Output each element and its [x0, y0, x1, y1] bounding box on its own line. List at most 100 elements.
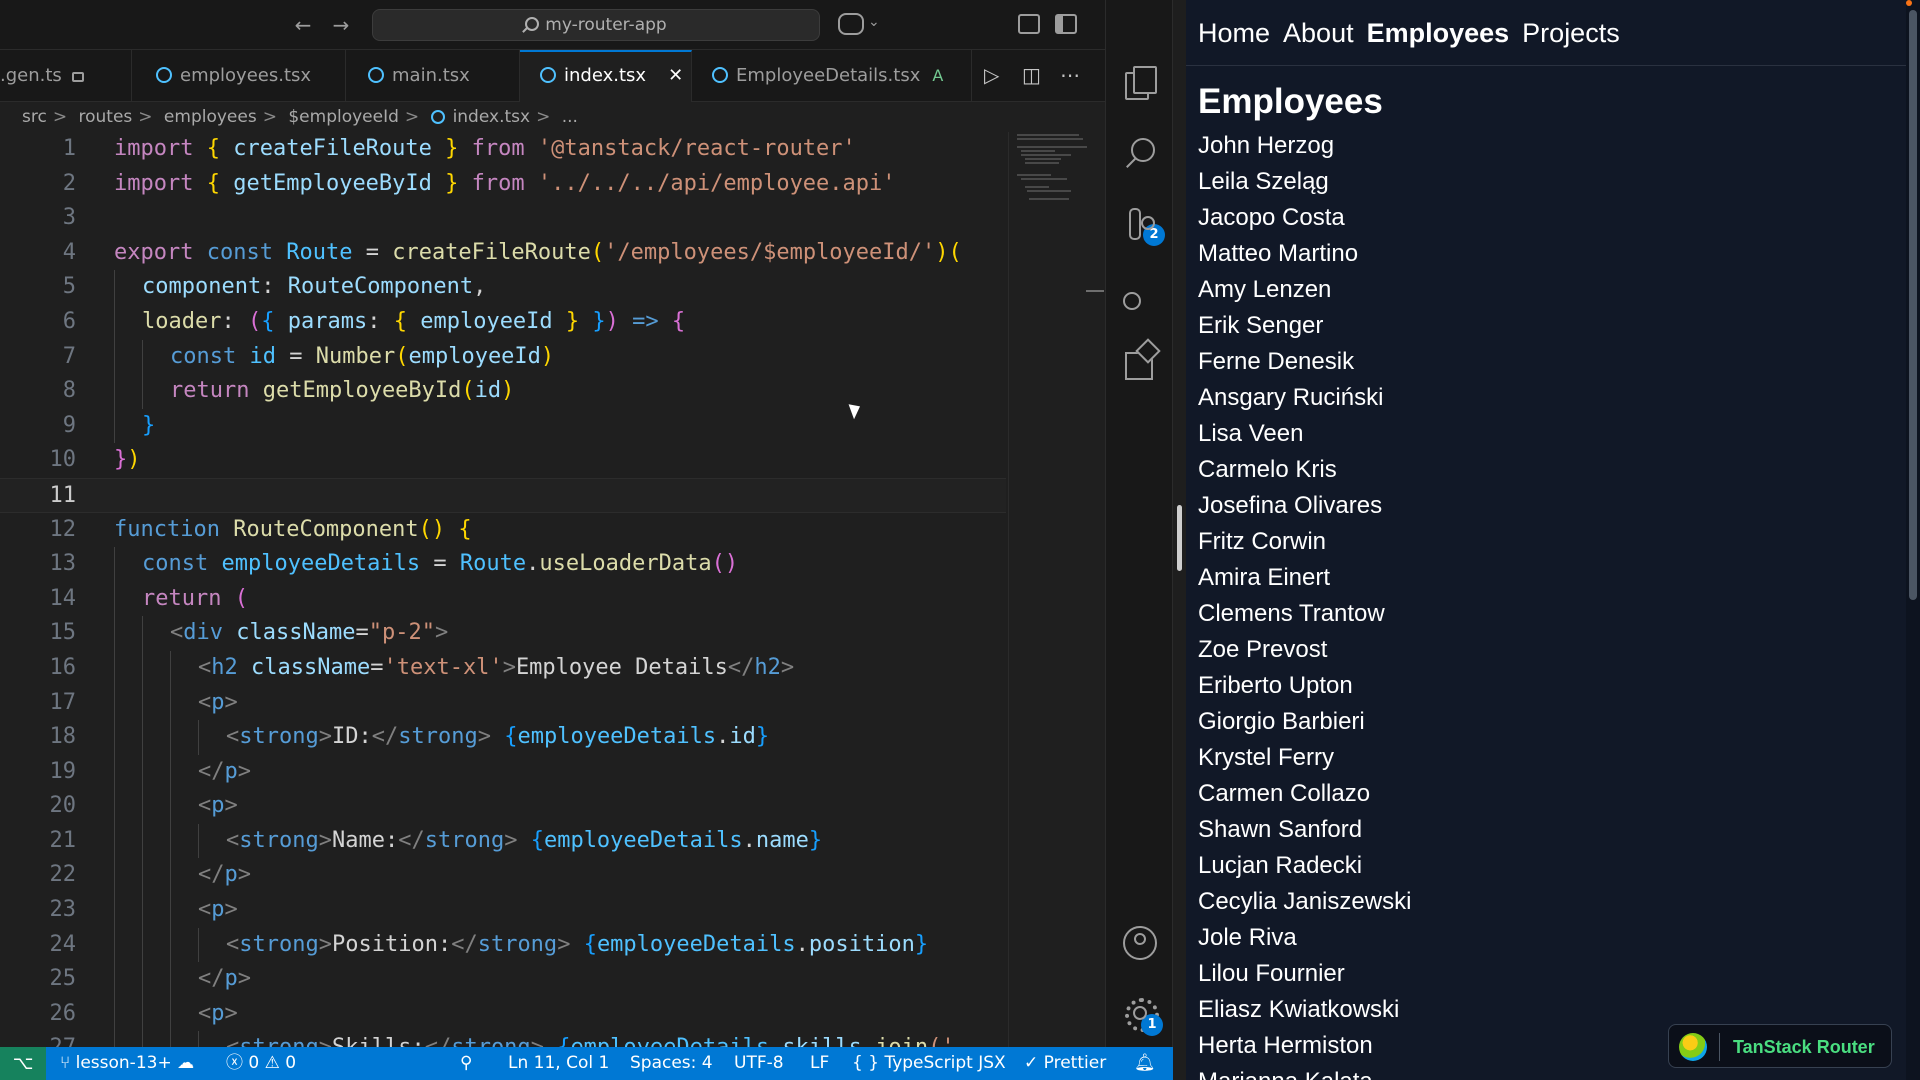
code-line: 5 component: RouteComponent,: [0, 270, 1006, 305]
employee-link[interactable]: Amy Lenzen: [1198, 272, 1411, 308]
employee-link[interactable]: Jole Riva: [1198, 920, 1411, 956]
code-token: Route: [459, 551, 527, 577]
settings-badge: 1: [1141, 1014, 1163, 1036]
code-token: employeeDetails: [596, 931, 796, 957]
tab-main[interactable]: main.tsx: [346, 50, 520, 102]
code-token: createFileRoute: [392, 239, 591, 265]
code-token: employeeDetails: [517, 724, 717, 750]
command-center-search[interactable]: my-router-app: [372, 9, 820, 41]
breadcrumb-item[interactable]: ...: [562, 107, 578, 127]
employee-link[interactable]: Cecylia Janiszewski: [1198, 884, 1411, 920]
code-token: className: [251, 654, 371, 680]
tab-employee-details[interactable]: EmployeeDetails.tsx A: [692, 50, 972, 102]
run-debug-icon[interactable]: [1123, 274, 1157, 310]
breadcrumb-item[interactable]: employees: [164, 107, 257, 127]
tanstack-devtools-button[interactable]: TanStack Router: [1668, 1024, 1892, 1068]
employee-link[interactable]: Krystel Ferry: [1198, 740, 1411, 776]
employee-link[interactable]: Erik Senger: [1198, 308, 1411, 344]
customize-layout-icon[interactable]: [1018, 14, 1040, 34]
extensions-icon[interactable]: [1123, 342, 1157, 380]
code-editor: ← → my-router-app ⌄ .gen.ts employees.ts…: [0, 0, 1105, 1080]
zoom-icon[interactable]: ⚲: [460, 1047, 472, 1080]
formatter-label: Prettier: [1043, 1053, 1107, 1073]
employee-link[interactable]: Ferne Denesik: [1198, 344, 1411, 380]
code-token: strong: [477, 931, 558, 957]
scrollbar-thumb[interactable]: [1909, 10, 1917, 600]
employee-link[interactable]: Ansgary Ruciński: [1198, 380, 1411, 416]
employee-link[interactable]: Josefina Olivares: [1198, 488, 1411, 524]
code-area[interactable]: 1 import { createFileRoute } from '@tanst…: [0, 132, 1006, 1047]
breadcrumb-item[interactable]: $employeeId: [288, 107, 399, 127]
employee-link[interactable]: Clemens Trantow: [1198, 596, 1411, 632]
employee-link[interactable]: Matteo Martino: [1198, 236, 1411, 272]
search-icon[interactable]: [1123, 136, 1157, 170]
back-arrow-icon[interactable]: ←: [290, 12, 316, 38]
code-line: 3: [0, 201, 1006, 236]
resize-handle[interactable]: [1177, 505, 1182, 571]
settings-gear-icon[interactable]: 1: [1123, 996, 1163, 1036]
employee-link[interactable]: Eriberto Upton: [1198, 668, 1411, 704]
notifications-bell-icon[interactable]: 🔔︎: [1134, 1047, 1156, 1080]
close-icon[interactable]: ✕: [668, 65, 683, 86]
explorer-icon[interactable]: [1123, 66, 1157, 100]
split-editor-icon[interactable]: ◫: [1022, 64, 1041, 86]
breadcrumb-separator: >: [404, 107, 420, 127]
tab-index[interactable]: index.tsx ✕: [520, 50, 692, 102]
tab-employees[interactable]: employees.tsx: [132, 50, 346, 102]
run-icon[interactable]: ▷: [984, 64, 999, 86]
code-line: 25 </p>: [0, 962, 1006, 997]
nav-link-about[interactable]: About: [1283, 18, 1354, 48]
employee-link[interactable]: Giorgio Barbieri: [1198, 704, 1411, 740]
breadcrumb-item[interactable]: src: [22, 107, 47, 127]
breadcrumb-item[interactable]: routes: [78, 107, 132, 127]
more-actions-icon[interactable]: ⋯: [1060, 64, 1080, 86]
nav-link-projects[interactable]: Projects: [1522, 18, 1620, 48]
employee-link[interactable]: Amira Einert: [1198, 560, 1411, 596]
devtools-label: TanStack Router: [1733, 1037, 1875, 1057]
employee-link[interactable]: Eliasz Kwiatkowski: [1198, 992, 1411, 1028]
code-line-current: 11: [0, 477, 1006, 513]
language-mode[interactable]: { } TypeScript JSX: [852, 1047, 1006, 1080]
nav-link-employees[interactable]: Employees: [1367, 18, 1510, 48]
code-token: id: [249, 343, 276, 369]
employee-link[interactable]: Jacopo Costa: [1198, 200, 1411, 236]
employee-link[interactable]: Fritz Corwin: [1198, 524, 1411, 560]
line-number: 7: [62, 343, 76, 369]
breadcrumb-item[interactable]: index.tsx: [453, 107, 531, 127]
employee-link[interactable]: Carmen Collazo: [1198, 776, 1411, 812]
split-divider[interactable]: [1173, 0, 1186, 1080]
employee-link[interactable]: Leila Szeląg: [1198, 164, 1411, 200]
chevron-down-icon[interactable]: ⌄: [868, 14, 880, 30]
encoding[interactable]: UTF-8: [734, 1047, 784, 1080]
employee-link[interactable]: Marianna Kalata: [1198, 1064, 1411, 1080]
employee-link[interactable]: Zoe Prevost: [1198, 632, 1411, 668]
branch-indicator[interactable]: ⑂ lesson-13+ ☁: [60, 1047, 194, 1080]
code-token: name: [755, 827, 809, 853]
problems-indicator[interactable]: ⓧ 0 ⚠ 0: [226, 1047, 296, 1080]
formatter[interactable]: ✓ Prettier: [1024, 1047, 1106, 1080]
employee-link[interactable]: Lilou Fournier: [1198, 956, 1411, 992]
source-control-icon[interactable]: 2: [1123, 206, 1165, 246]
copilot-icon[interactable]: [838, 13, 864, 35]
employee-link[interactable]: Herta Hermiston: [1198, 1028, 1411, 1064]
account-icon[interactable]: [1123, 926, 1157, 960]
employee-link[interactable]: Lucjan Radecki: [1198, 848, 1411, 884]
code-token: (': [928, 1035, 955, 1047]
code-token: Skills:: [332, 1035, 425, 1047]
remote-indicator[interactable]: ⌥: [0, 1047, 46, 1080]
minimap[interactable]: [1008, 132, 1105, 1047]
indentation[interactable]: Spaces: 4: [630, 1047, 713, 1080]
line-number: 19: [49, 758, 77, 784]
tab-gen-ts[interactable]: .gen.ts: [0, 50, 132, 102]
code-token: p: [224, 758, 238, 784]
toggle-sidebar-icon[interactable]: [1055, 14, 1077, 34]
employee-link[interactable]: Lisa Veen: [1198, 416, 1411, 452]
forward-arrow-icon[interactable]: →: [328, 12, 354, 38]
employee-link[interactable]: John Herzog: [1198, 128, 1411, 164]
employee-link[interactable]: Carmelo Kris: [1198, 452, 1411, 488]
nav-link-home[interactable]: Home: [1198, 18, 1270, 48]
cursor-position[interactable]: Ln 11, Col 1: [508, 1047, 609, 1080]
end-of-line[interactable]: LF: [810, 1047, 829, 1080]
page-scrollbar[interactable]: [1906, 0, 1920, 1080]
employee-link[interactable]: Shawn Sanford: [1198, 812, 1411, 848]
